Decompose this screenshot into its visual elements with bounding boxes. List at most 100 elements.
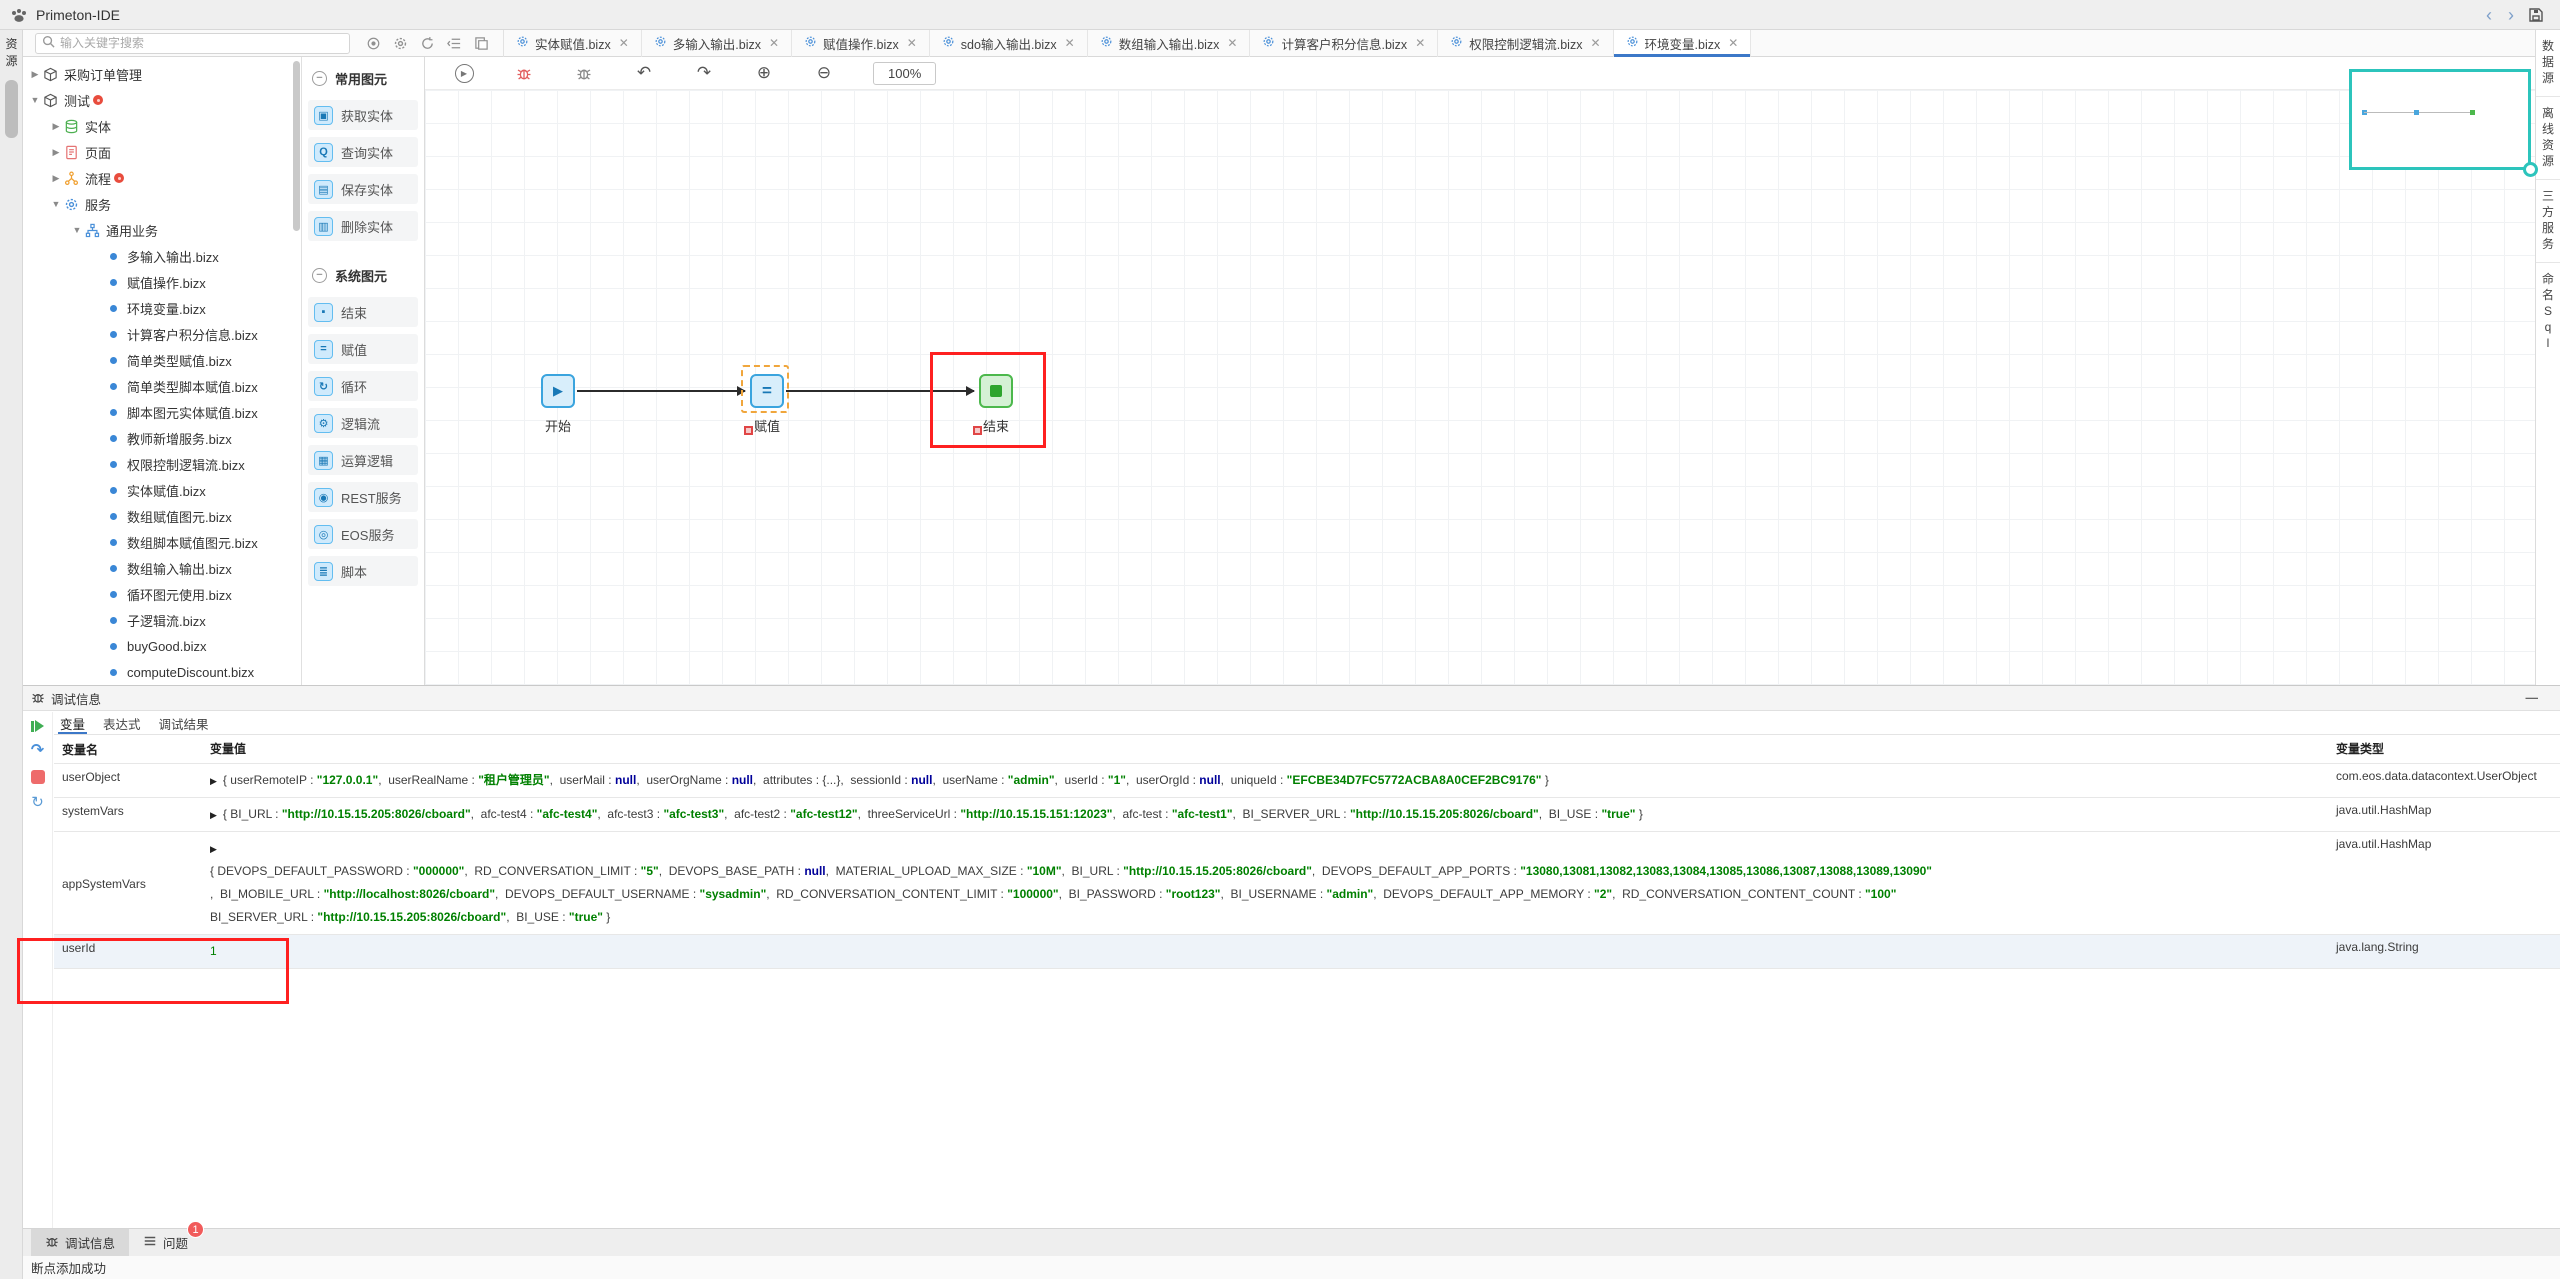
canvas-grid[interactable]: ▶开始=赋值结束	[425, 90, 2535, 685]
tab-close-icon[interactable]: ✕	[1415, 36, 1425, 50]
tree-item[interactable]: ▼ 通用业务	[23, 217, 301, 243]
restart-icon[interactable]: ↻	[31, 796, 44, 810]
palette-item[interactable]: ▣ 获取实体	[308, 100, 418, 130]
palette-group-header[interactable]: − 常用图元	[308, 63, 418, 93]
palette-item[interactable]: ◉ REST服务	[308, 482, 418, 512]
tab-close-icon[interactable]: ✕	[769, 36, 779, 50]
variable-row-userId[interactable]: userId 1 java.lang.String	[54, 935, 2560, 969]
bottom-tab-1[interactable]: 问题 1	[129, 1229, 202, 1256]
palette-item[interactable]: ▥ 删除实体	[308, 211, 418, 241]
expand-icon[interactable]: ▶	[210, 776, 217, 786]
tree-item[interactable]: 教师新增服务.bizx	[23, 425, 301, 451]
zoom-in-icon[interactable]: ⊕	[753, 62, 775, 84]
palette-item[interactable]: ≣ 脚本	[308, 556, 418, 586]
copy-icon[interactable]	[474, 36, 489, 51]
flow-node-assign[interactable]: =	[750, 374, 784, 408]
editor-tab[interactable]: 多输入输出.bizx ✕	[642, 30, 792, 57]
column-header-name[interactable]: 变量名	[54, 735, 204, 763]
collapse-icon[interactable]: −	[312, 268, 327, 283]
debug-tab[interactable]: 调试结果	[157, 712, 211, 734]
tree-expander-icon[interactable]: ▶	[50, 173, 62, 184]
palette-item[interactable]: ↻ 循环	[308, 371, 418, 401]
tree-item[interactable]: ▶ 流程	[23, 165, 301, 191]
minimap[interactable]	[2349, 69, 2531, 170]
tree-item[interactable]: computeDiscount.bizx	[23, 659, 301, 685]
palette-item[interactable]: = 赋值	[308, 334, 418, 364]
tree-item[interactable]: 数组赋值图元.bizx	[23, 503, 301, 529]
resume-icon[interactable]	[31, 720, 44, 732]
resources-vertical-tab[interactable]: 资源	[0, 30, 23, 70]
tab-close-icon[interactable]: ✕	[1065, 36, 1075, 50]
zoom-level[interactable]: 100%	[873, 62, 936, 85]
tab-close-icon[interactable]: ✕	[1728, 36, 1738, 50]
tree-item[interactable]: ▶ 实体	[23, 113, 301, 139]
variable-row-userObject[interactable]: userObject ▶{ userRemoteIP : "127.0.0.1"…	[54, 764, 2560, 798]
save-icon[interactable]	[2528, 7, 2544, 23]
redo-icon[interactable]: ↷	[693, 62, 715, 84]
tree-item[interactable]: 脚本图元实体赋值.bizx	[23, 399, 301, 425]
flow-node-start[interactable]: ▶	[541, 374, 575, 408]
expand-icon[interactable]: ▶	[210, 810, 217, 820]
collapse-icon[interactable]: −	[312, 71, 327, 86]
tree-item[interactable]: 实体赋值.bizx	[23, 477, 301, 503]
breakpoint-icon[interactable]	[744, 426, 753, 435]
tree-item[interactable]: 循环图元使用.bizx	[23, 581, 301, 607]
variable-row-appSystemVars[interactable]: appSystemVars ▶{ DEVOPS_DEFAULT_PASSWORD…	[54, 832, 2560, 935]
tree-item[interactable]: 赋值操作.bizx	[23, 269, 301, 295]
tab-close-icon[interactable]: ✕	[619, 36, 629, 50]
tab-close-icon[interactable]: ✕	[1227, 36, 1237, 50]
tree-item[interactable]: 简单类型赋值.bizx	[23, 347, 301, 373]
step-over-icon[interactable]: ↷	[31, 744, 44, 758]
search-input[interactable]	[60, 36, 343, 50]
search-box[interactable]	[35, 33, 350, 54]
run-icon[interactable]: ▶	[453, 62, 475, 84]
tree-item[interactable]: 权限控制逻辑流.bizx	[23, 451, 301, 477]
deploy-debug-icon[interactable]	[573, 62, 595, 84]
tree-expander-icon[interactable]: ▼	[71, 225, 83, 235]
bottom-tab-0[interactable]: 调试信息	[31, 1229, 129, 1256]
editor-tab[interactable]: 数组输入输出.bizx ✕	[1088, 30, 1251, 57]
editor-tab[interactable]: 计算客户积分信息.bizx ✕	[1250, 30, 1438, 57]
column-header-type[interactable]: 变量类型	[2332, 735, 2560, 763]
expand-icon[interactable]: ▶	[210, 844, 217, 854]
right-tab-2[interactable]: 三方服务	[2536, 180, 2560, 263]
tree-item[interactable]: 多输入输出.bizx	[23, 243, 301, 269]
debug-icon[interactable]	[513, 62, 535, 84]
debug-tab[interactable]: 变量	[58, 712, 87, 734]
editor-tab[interactable]: 权限控制逻辑流.bizx ✕	[1438, 30, 1613, 57]
tree-item[interactable]: ▼ 测试	[23, 87, 301, 113]
tree-item[interactable]: ▶ 页面	[23, 139, 301, 165]
locate-icon[interactable]	[366, 36, 381, 51]
right-tab-1[interactable]: 离线资源	[2536, 97, 2560, 180]
tree-item[interactable]: ▶ 采购订单管理	[23, 61, 301, 87]
editor-tab[interactable]: 环境变量.bizx ✕	[1614, 30, 1752, 57]
refresh-icon[interactable]	[420, 36, 435, 51]
palette-item[interactable]: ⚙ 逻辑流	[308, 408, 418, 438]
undo-icon[interactable]: ↶	[633, 62, 655, 84]
tab-close-icon[interactable]: ✕	[1590, 36, 1600, 50]
nav-back-icon[interactable]: ‹	[2478, 2, 2500, 28]
tree-item[interactable]: 简单类型脚本赋值.bizx	[23, 373, 301, 399]
minimap-resize-handle[interactable]	[2523, 162, 2538, 177]
edge-start-assign[interactable]	[577, 390, 745, 392]
tree-expander-icon[interactable]: ▶	[50, 121, 62, 132]
right-tab-0[interactable]: 数据源	[2536, 30, 2560, 97]
tree-item[interactable]: 子逻辑流.bizx	[23, 607, 301, 633]
editor-tab[interactable]: 赋值操作.bizx ✕	[792, 30, 930, 57]
editor-tab[interactable]: 实体赋值.bizx ✕	[504, 30, 642, 57]
palette-item[interactable]: Q 查询实体	[308, 137, 418, 167]
nav-forward-icon[interactable]: ›	[2500, 2, 2522, 28]
tree-expander-icon[interactable]: ▼	[50, 199, 62, 209]
tree-expander-icon[interactable]: ▶	[50, 147, 62, 158]
palette-item[interactable]: ▤ 保存实体	[308, 174, 418, 204]
tree-item[interactable]: 计算客户积分信息.bizx	[23, 321, 301, 347]
tree-expander-icon[interactable]: ▼	[29, 95, 41, 105]
minimize-icon[interactable]: —	[2526, 691, 2539, 705]
variable-row-systemVars[interactable]: systemVars ▶{ BI_URL : "http://10.15.15.…	[54, 798, 2560, 832]
tree-item[interactable]: 数组输入输出.bizx	[23, 555, 301, 581]
column-header-value[interactable]: 变量值	[204, 735, 2332, 763]
right-tab-3[interactable]: 命名Sql	[2536, 263, 2560, 361]
sidebar-scrollbar[interactable]	[293, 61, 300, 231]
tab-close-icon[interactable]: ✕	[907, 36, 917, 50]
palette-item[interactable]: ▦ 运算逻辑	[308, 445, 418, 475]
